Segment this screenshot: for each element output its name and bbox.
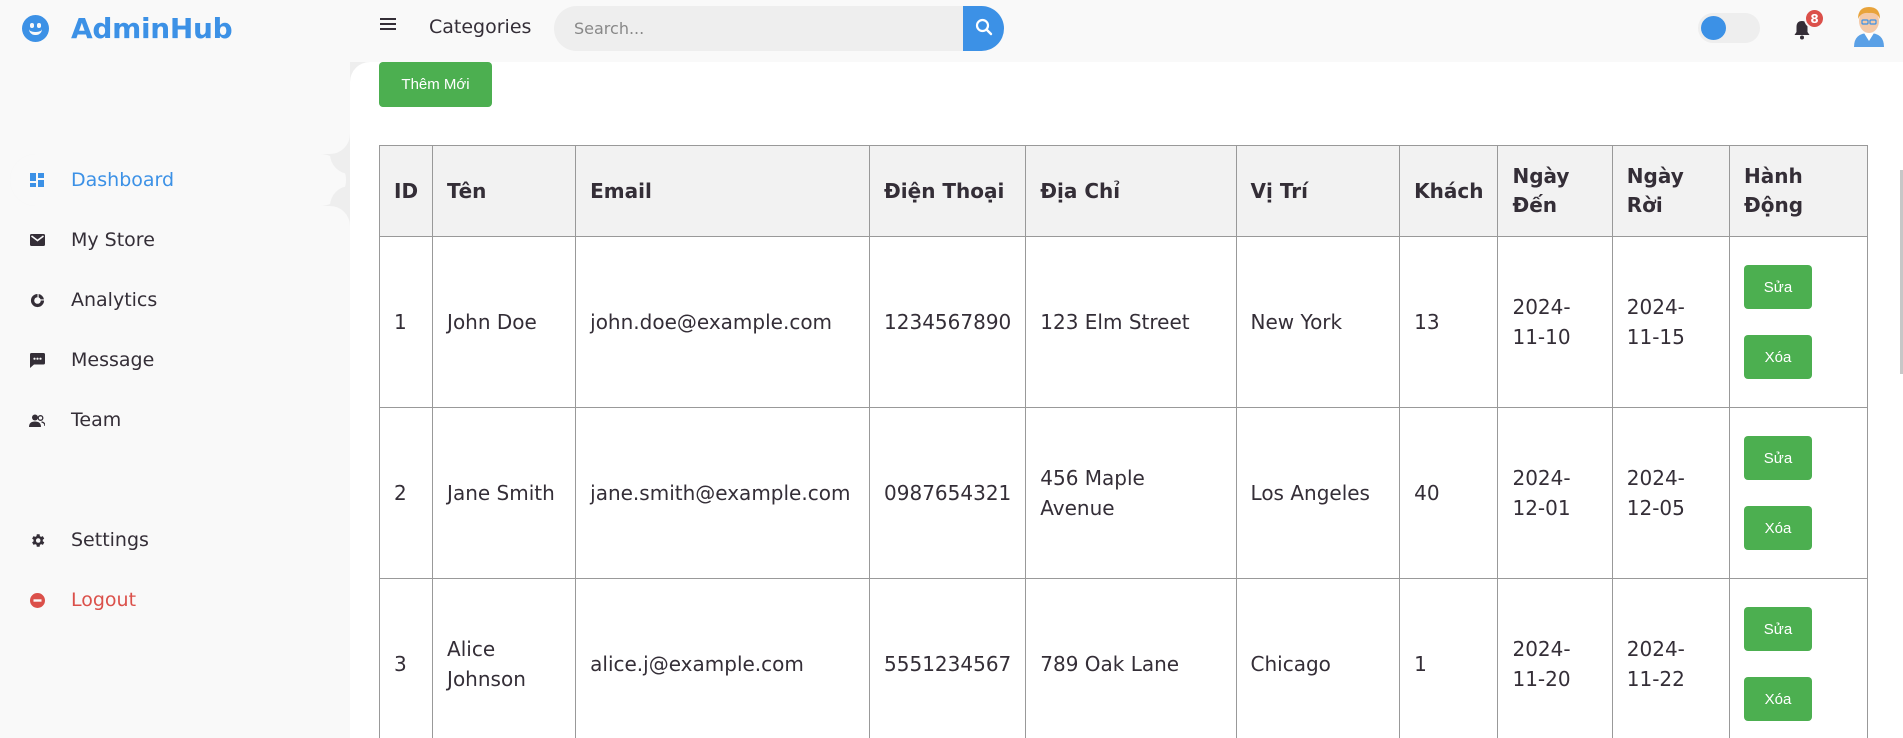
cell-phone: 0987654321 bbox=[869, 407, 1027, 579]
cell-email: john.doe@example.com bbox=[575, 236, 871, 408]
cell-address: 123 Elm Street bbox=[1025, 236, 1237, 408]
bookings-table: ID Tên Email Điện Thoại Địa Chỉ Vị Trí K… bbox=[378, 145, 1869, 738]
sidebar-item-my-store[interactable]: My Store bbox=[10, 214, 350, 266]
sidebar: AdminHub Dashboard My Store Analytics Me… bbox=[0, 0, 350, 738]
cell-departure: 2024-12-05 bbox=[1611, 407, 1730, 579]
cell-guests: 40 bbox=[1399, 407, 1499, 579]
column-header-email: Email bbox=[575, 145, 871, 237]
side-menu: Dashboard My Store Analytics Message Tea… bbox=[10, 150, 350, 454]
cell-location: Los Angeles bbox=[1235, 407, 1401, 579]
delete-button[interactable]: Xóa bbox=[1743, 335, 1812, 379]
cell-guests: 1 bbox=[1399, 578, 1499, 738]
cell-id: 1 bbox=[378, 236, 434, 408]
sidebar-item-label: My Store bbox=[71, 229, 155, 251]
edit-button[interactable]: Sửa bbox=[1743, 436, 1812, 480]
cell-actions: Sửa Xóa bbox=[1728, 578, 1869, 738]
column-header-id: ID bbox=[378, 145, 434, 237]
cell-departure: 2024-11-15 bbox=[1611, 236, 1730, 408]
cell-name: Jane Smith bbox=[432, 407, 577, 579]
column-header-phone: Điện Thoại bbox=[869, 145, 1027, 237]
cell-location: New York bbox=[1235, 236, 1401, 408]
sidebar-item-label: Team bbox=[71, 409, 122, 431]
logout-icon bbox=[27, 590, 47, 610]
cell-arrival: 2024-11-10 bbox=[1497, 236, 1613, 408]
edit-button[interactable]: Sửa bbox=[1743, 265, 1812, 309]
column-header-location: Vị Trí bbox=[1235, 145, 1401, 237]
cell-address: 789 Oak Lane bbox=[1025, 578, 1237, 738]
cell-actions: Sửa Xóa bbox=[1728, 236, 1869, 408]
sidebar-item-team[interactable]: Team bbox=[10, 394, 350, 446]
smile-icon bbox=[22, 14, 49, 42]
column-header-guests: Khách bbox=[1399, 145, 1499, 237]
search-button[interactable] bbox=[963, 6, 1004, 51]
edit-button[interactable]: Sửa bbox=[1743, 607, 1812, 651]
search-icon bbox=[975, 18, 993, 39]
cell-arrival: 2024-12-01 bbox=[1497, 407, 1613, 579]
sidebar-item-analytics[interactable]: Analytics bbox=[10, 274, 350, 326]
column-header-address: Địa Chỉ bbox=[1025, 145, 1237, 237]
sidebar-item-label: Settings bbox=[71, 529, 149, 551]
cell-phone: 1234567890 bbox=[869, 236, 1027, 408]
delete-button[interactable]: Xóa bbox=[1743, 506, 1812, 550]
sidebar-item-logout[interactable]: Logout bbox=[10, 574, 350, 626]
sidebar-item-settings[interactable]: Settings bbox=[10, 514, 350, 566]
analytics-icon bbox=[27, 290, 47, 310]
cell-id: 3 bbox=[378, 578, 434, 738]
cell-departure: 2024-11-22 bbox=[1611, 578, 1730, 738]
sidebar-item-label: Logout bbox=[71, 589, 137, 611]
top-navbar: Categories 8 bbox=[350, 0, 1903, 56]
column-header-arrival: Ngày Đến bbox=[1497, 145, 1613, 237]
profile-avatar[interactable] bbox=[1850, 3, 1888, 47]
content-card: Thêm Mới ID Tên Email Điện Thoại Địa Chỉ… bbox=[350, 62, 1903, 738]
theme-toggle[interactable] bbox=[1698, 13, 1760, 43]
cell-arrival: 2024-11-20 bbox=[1497, 578, 1613, 738]
sidebar-item-label: Analytics bbox=[71, 289, 158, 311]
toggle-knob bbox=[1701, 16, 1726, 40]
cell-guests: 13 bbox=[1399, 236, 1499, 408]
search-form bbox=[554, 6, 1004, 51]
search-input[interactable] bbox=[554, 6, 963, 51]
sidebar-item-label: Dashboard bbox=[71, 169, 175, 191]
cell-email: jane.smith@example.com bbox=[575, 407, 871, 579]
brand-logo[interactable]: AdminHub bbox=[22, 8, 233, 48]
cell-id: 2 bbox=[378, 407, 434, 579]
side-menu-bottom: Settings Logout bbox=[10, 510, 350, 634]
cell-name: John Doe bbox=[432, 236, 577, 408]
column-header-actions: Hành Động bbox=[1728, 145, 1869, 237]
notification-button[interactable]: 8 bbox=[1790, 8, 1825, 42]
categories-link[interactable]: Categories bbox=[429, 16, 531, 38]
menu-toggle-icon[interactable] bbox=[380, 18, 396, 32]
brand-name: AdminHub bbox=[71, 11, 233, 45]
gear-icon bbox=[27, 530, 47, 550]
cell-name: Alice Johnson bbox=[432, 578, 577, 738]
delete-button[interactable]: Xóa bbox=[1743, 677, 1812, 721]
add-new-button[interactable]: Thêm Mới bbox=[379, 62, 492, 107]
sidebar-item-label: Message bbox=[71, 349, 155, 371]
cell-email: alice.j@example.com bbox=[575, 578, 871, 738]
notification-badge: 8 bbox=[1804, 8, 1825, 29]
table-row: 1 John Doe john.doe@example.com 12345678… bbox=[378, 236, 1869, 408]
dashboard-icon bbox=[27, 170, 47, 190]
team-icon bbox=[27, 410, 47, 430]
cell-address: 456 Maple Avenue bbox=[1025, 407, 1237, 579]
main-content: Thêm Mới ID Tên Email Điện Thoại Địa Chỉ… bbox=[350, 62, 1903, 738]
message-icon bbox=[27, 350, 47, 370]
cell-location: Chicago bbox=[1235, 578, 1401, 738]
sidebar-item-dashboard[interactable]: Dashboard bbox=[10, 154, 350, 206]
table-header-row: ID Tên Email Điện Thoại Địa Chỉ Vị Trí K… bbox=[378, 145, 1869, 237]
cell-phone: 5551234567 bbox=[869, 578, 1027, 738]
column-header-name: Tên bbox=[432, 145, 577, 237]
store-icon bbox=[27, 230, 47, 250]
column-header-departure: Ngày Rời bbox=[1611, 145, 1730, 237]
sidebar-item-message[interactable]: Message bbox=[10, 334, 350, 386]
table-row: 2 Jane Smith jane.smith@example.com 0987… bbox=[378, 407, 1869, 579]
table-row: 3 Alice Johnson alice.j@example.com 5551… bbox=[378, 578, 1869, 738]
cell-actions: Sửa Xóa bbox=[1728, 407, 1869, 579]
